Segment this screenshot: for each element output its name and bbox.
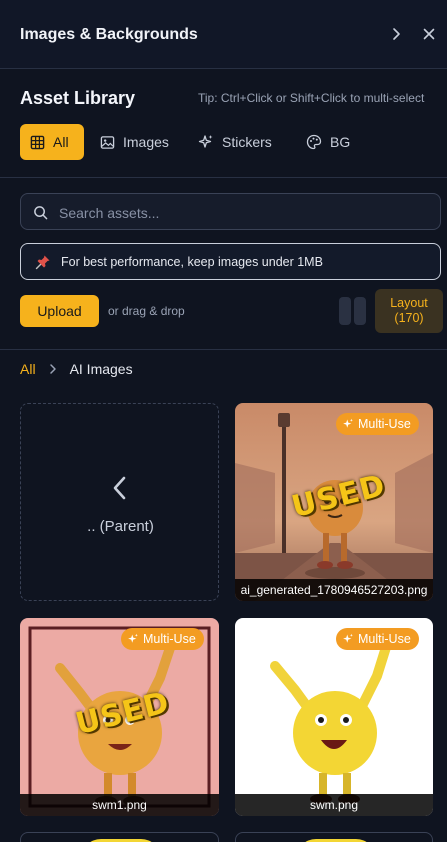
breadcrumb: All AI Images	[20, 360, 133, 378]
breadcrumb-root[interactable]: All	[20, 361, 36, 377]
tab-label: Images	[123, 134, 169, 150]
multi-select-tip: Tip: Ctrl+Click or Shift+Click to multi-…	[198, 91, 425, 105]
badge-label: Multi-Use	[143, 632, 196, 646]
column-toggle-right[interactable]	[354, 297, 366, 325]
drag-drop-hint: or drag & drop	[108, 304, 185, 318]
panel-header: Images & Backgrounds	[0, 0, 447, 69]
sparkles-icon	[343, 633, 353, 643]
tab-all[interactable]: All	[20, 124, 84, 160]
divider	[0, 349, 447, 350]
asset-card[interactable]: USED Multi-Use ai_generated_178094652720…	[235, 403, 433, 601]
layout-count: (170)	[394, 311, 424, 325]
grid-icon	[30, 135, 45, 149]
asset-card[interactable]: USED Multi-Use swm1.png	[20, 618, 219, 816]
tab-label: BG	[330, 134, 351, 150]
parent-folder-tile[interactable]: .. (Parent)	[20, 403, 219, 601]
upload-button[interactable]: Upload	[20, 295, 99, 327]
divider	[0, 177, 447, 178]
tab-bg[interactable]: BG	[296, 124, 366, 160]
tab-label: All	[53, 134, 69, 150]
close-icon	[423, 28, 435, 40]
sparkles-icon	[198, 135, 213, 148]
multi-use-badge: Multi-Use	[336, 413, 419, 435]
asset-filename: swm.png	[235, 794, 433, 816]
palette-icon	[306, 134, 322, 150]
asset-library-title: Asset Library	[20, 88, 136, 108]
search-input[interactable]	[57, 194, 431, 231]
chevron-left-icon	[113, 476, 126, 500]
performance-notice: For best performance, keep images under …	[20, 243, 441, 280]
search-box	[20, 193, 441, 231]
asset-card[interactable]	[20, 832, 219, 842]
close-button[interactable]	[421, 26, 437, 42]
breadcrumb-current: AI Images	[69, 361, 133, 377]
tab-images[interactable]: Images	[90, 124, 176, 160]
search-icon	[34, 206, 48, 220]
sparkles-icon	[343, 418, 353, 428]
panel-title: Images & Backgrounds	[20, 26, 198, 43]
badge-label: Multi-Use	[358, 417, 411, 431]
asset-filename: ai_generated_1780946527203.png	[235, 579, 433, 601]
layout-label: Layout	[390, 296, 428, 310]
badge-label: Multi-Use	[358, 632, 411, 646]
tab-label: Stickers	[222, 134, 272, 150]
asset-card[interactable]	[235, 832, 433, 842]
layout-button[interactable]: Layout (170)	[375, 289, 443, 333]
asset-card[interactable]: Multi-Use swm.png	[235, 618, 433, 816]
column-toggle-left[interactable]	[339, 297, 351, 325]
collapse-button[interactable]	[388, 26, 404, 42]
sparkles-icon	[128, 633, 138, 643]
multi-use-badge: Multi-Use	[121, 628, 204, 650]
tab-stickers[interactable]: Stickers	[188, 124, 288, 160]
image-icon	[100, 135, 115, 149]
chevron-right-icon	[49, 364, 56, 374]
notice-text: For best performance, keep images under …	[61, 255, 323, 269]
chevron-right-icon	[393, 28, 400, 40]
multi-use-badge: Multi-Use	[336, 628, 419, 650]
images-backgrounds-panel: Images & Backgrounds Asset Library Tip: …	[0, 0, 447, 842]
parent-folder-label: .. (Parent)	[87, 518, 154, 535]
asset-filename: swm1.png	[20, 794, 219, 816]
pushpin-icon	[35, 255, 50, 270]
